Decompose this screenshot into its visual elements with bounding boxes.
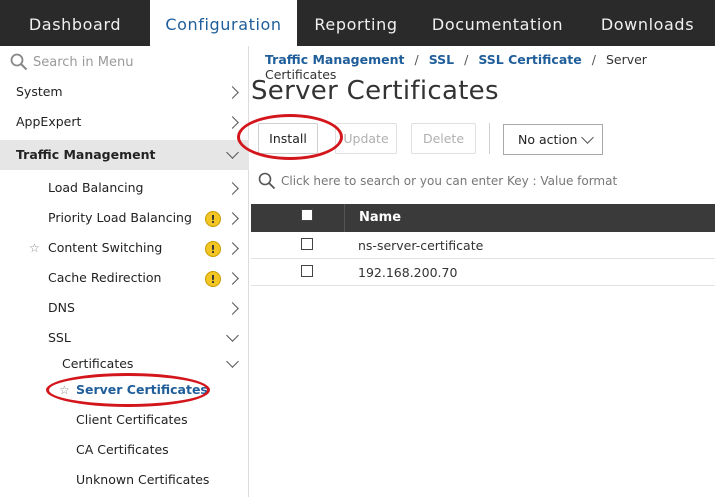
breadcrumb-separator: / — [414, 52, 419, 67]
table-search[interactable]: Click here to search or you can enter Ke… — [251, 166, 715, 196]
tab-documentation[interactable]: Documentation — [415, 0, 580, 46]
breadcrumb-ssl[interactable]: SSL — [429, 52, 454, 67]
sidebar-item-load-balancing[interactable]: Load Balancing — [0, 173, 249, 203]
breadcrumb-traffic-management[interactable]: Traffic Management — [265, 52, 404, 67]
table-header: Name — [251, 204, 715, 232]
select-all-checkbox[interactable] — [301, 209, 313, 221]
tab-dashboard[interactable]: Dashboard — [0, 0, 150, 46]
tab-configuration[interactable]: Configuration — [150, 0, 297, 46]
search-icon — [258, 172, 276, 190]
menu-search[interactable]: Search in Menu — [0, 46, 249, 78]
row-checkbox[interactable] — [301, 265, 313, 277]
sidebar-item-traffic-management[interactable]: Traffic Management — [0, 140, 249, 170]
sidebar-item-server-certificates[interactable]: ☆ Server Certificates — [0, 375, 249, 405]
column-header-name[interactable]: Name — [359, 210, 401, 225]
sidebar-item-label: Server Certificates — [76, 382, 208, 397]
breadcrumb-separator: / — [591, 52, 596, 67]
sidebar-item-label: Traffic Management — [16, 147, 156, 162]
action-select[interactable]: No action — [503, 124, 603, 155]
star-icon[interactable]: ☆ — [29, 233, 40, 263]
chevron-right-icon — [226, 182, 239, 195]
table-row[interactable]: ns-server-certificate — [251, 232, 715, 259]
sidebar-item-cache-redirection[interactable]: Cache Redirection ! — [0, 263, 249, 293]
cell-name: ns-server-certificate — [358, 238, 484, 253]
search-icon — [10, 53, 28, 71]
breadcrumb-ssl-certificate[interactable]: SSL Certificate — [478, 52, 581, 67]
chevron-right-icon — [226, 242, 239, 255]
table-search-placeholder: Click here to search or you can enter Ke… — [281, 174, 618, 188]
install-button[interactable]: Install — [258, 123, 318, 154]
sidebar-item-appexpert[interactable]: AppExpert — [0, 107, 249, 137]
warning-icon: ! — [205, 211, 221, 227]
chevron-down-icon — [226, 146, 239, 159]
cell-name: 192.168.200.70 — [358, 265, 458, 280]
sidebar-item-priority-load-balancing[interactable]: Priority Load Balancing ! — [0, 203, 249, 233]
sidebar-item-label: Content Switching — [48, 240, 163, 255]
sidebar-item-label: System — [16, 84, 63, 99]
sidebar-item-label: Priority Load Balancing — [48, 210, 192, 225]
sidebar-item-label: Client Certificates — [76, 412, 188, 427]
toolbar-divider — [489, 123, 490, 154]
tab-reporting[interactable]: Reporting — [297, 0, 415, 46]
update-button[interactable]: Update — [335, 123, 397, 154]
chevron-down-icon — [581, 131, 594, 144]
sidebar-item-label: Cache Redirection — [48, 270, 162, 285]
sidebar-item-label: Load Balancing — [48, 180, 144, 195]
menu-search-placeholder: Search in Menu — [33, 55, 134, 70]
chevron-right-icon — [226, 116, 239, 129]
sidebar: Search in Menu System AppExpert Traffic … — [0, 46, 249, 497]
sidebar-item-content-switching[interactable]: ☆ Content Switching ! — [0, 233, 249, 263]
sidebar-item-label: Unknown Certificates — [76, 472, 210, 487]
chevron-right-icon — [226, 86, 239, 99]
chevron-down-icon — [226, 329, 239, 342]
star-icon[interactable]: ☆ — [59, 375, 70, 405]
sidebar-item-unknown-certificates[interactable]: Unknown Certificates — [0, 465, 249, 495]
sidebar-item-label: DNS — [48, 300, 75, 315]
chevron-right-icon — [226, 212, 239, 225]
sidebar-item-system[interactable]: System — [0, 77, 249, 107]
action-select-value: No action — [518, 132, 578, 147]
sidebar-item-label: AppExpert — [16, 114, 82, 129]
warning-icon: ! — [205, 271, 221, 287]
breadcrumb-separator: / — [464, 52, 469, 67]
sidebar-item-label: CA Certificates — [76, 442, 169, 457]
chevron-right-icon — [226, 302, 239, 315]
sidebar-item-client-certificates[interactable]: Client Certificates — [0, 405, 249, 435]
page-title: Server Certificates — [251, 76, 499, 106]
delete-button[interactable]: Delete — [411, 123, 476, 154]
warning-icon: ! — [205, 241, 221, 257]
top-nav: Dashboard Configuration Reporting Docume… — [0, 0, 715, 46]
chevron-right-icon — [226, 272, 239, 285]
column-divider — [344, 204, 345, 232]
chevron-down-icon — [226, 355, 239, 368]
table-row[interactable]: 192.168.200.70 — [251, 259, 715, 286]
sidebar-item-dns[interactable]: DNS — [0, 293, 249, 323]
row-checkbox[interactable] — [301, 238, 313, 250]
tab-downloads[interactable]: Downloads — [580, 0, 715, 46]
sidebar-item-ca-certificates[interactable]: CA Certificates — [0, 435, 249, 465]
